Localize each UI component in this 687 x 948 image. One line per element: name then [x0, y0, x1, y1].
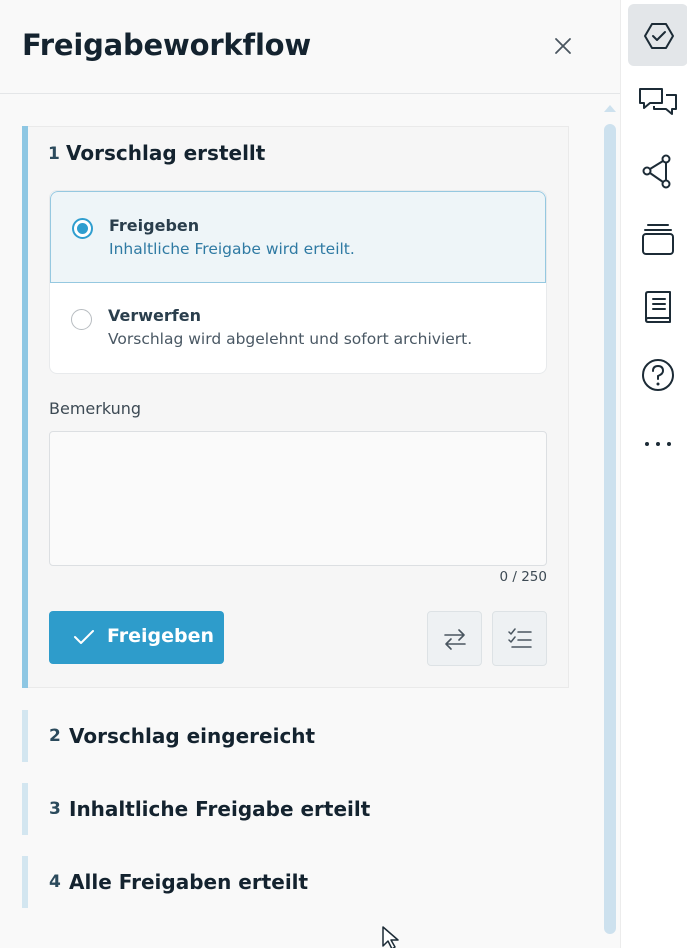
panel-header: Freigabeworkflow [0, 0, 620, 94]
step-2-title: Vorschlag eingereicht [69, 724, 316, 748]
close-icon [555, 38, 571, 54]
radio-approve[interactable] [72, 218, 93, 239]
rail-share-button[interactable] [628, 140, 687, 202]
step-1-number: 1 [48, 144, 60, 164]
rail-layers-button[interactable] [628, 208, 687, 270]
step-2-bar [22, 710, 28, 762]
approve-button-label: Freigeben [107, 625, 215, 647]
step-3-number: 3 [49, 799, 61, 819]
step-4-row[interactable]: 4 Alle Freigaben erteilt [22, 856, 569, 908]
book-icon [645, 291, 671, 323]
step-3-row[interactable]: 3 Inhaltliche Freigabe erteilt [22, 783, 569, 835]
scrollbar-thumb[interactable] [604, 124, 616, 934]
decision-options: Freigeben Inhaltliche Freigabe wird erte… [49, 190, 547, 374]
step-4-bar [22, 856, 28, 908]
rail-book-button[interactable] [628, 276, 687, 338]
step-4-number: 4 [49, 872, 61, 892]
approve-button[interactable]: Freigeben [49, 611, 224, 664]
layers-icon [642, 224, 674, 255]
radio-reject[interactable] [71, 309, 92, 330]
checklist-icon [508, 628, 532, 648]
comments-icon [639, 88, 677, 115]
close-button[interactable] [550, 33, 576, 59]
remark-label: Bemerkung [49, 399, 142, 418]
check-icon [74, 630, 94, 644]
char-counter: 0 / 250 [499, 569, 548, 585]
remark-textarea[interactable] [49, 431, 547, 566]
help-icon [642, 359, 674, 391]
scroll-up-arrow[interactable] [603, 103, 617, 113]
step-3-bar [22, 783, 28, 835]
rail-comments-button[interactable] [628, 72, 687, 134]
option-reject[interactable]: Verwerfen Vorschlag wird abgelehnt und s… [50, 283, 546, 373]
rail-workflow-button[interactable] [628, 4, 687, 66]
rail-help-button[interactable] [628, 344, 687, 406]
swap-arrows-icon [444, 629, 466, 650]
step-1-title[interactable]: Vorschlag erstellt [66, 141, 265, 165]
option-approve-label: Freigeben [109, 216, 200, 235]
more-icon [645, 442, 671, 446]
checklist-button[interactable] [492, 611, 547, 666]
mouse-cursor-icon [382, 926, 399, 948]
option-approve-description: Inhaltliche Freigabe wird erteilt. [109, 240, 355, 258]
step-1-accent-bar [22, 126, 28, 688]
option-reject-description: Vorschlag wird abgelehnt und sofort arch… [108, 330, 473, 348]
option-approve[interactable]: Freigeben Inhaltliche Freigabe wird erte… [50, 191, 546, 283]
workflow-check-icon [644, 23, 674, 49]
step-3-title: Inhaltliche Freigabe erteilt [69, 797, 371, 821]
step-2-row[interactable]: 2 Vorschlag eingereicht [22, 710, 569, 762]
right-icon-rail [620, 0, 687, 948]
reassign-button[interactable] [427, 611, 482, 666]
panel-title: Freigabeworkflow [22, 28, 311, 62]
share-network-icon [642, 154, 671, 189]
option-reject-label: Verwerfen [108, 306, 201, 325]
step-4-title: Alle Freigaben erteilt [69, 870, 309, 894]
rail-more-button[interactable] [628, 412, 687, 474]
step-2-number: 2 [49, 726, 61, 746]
